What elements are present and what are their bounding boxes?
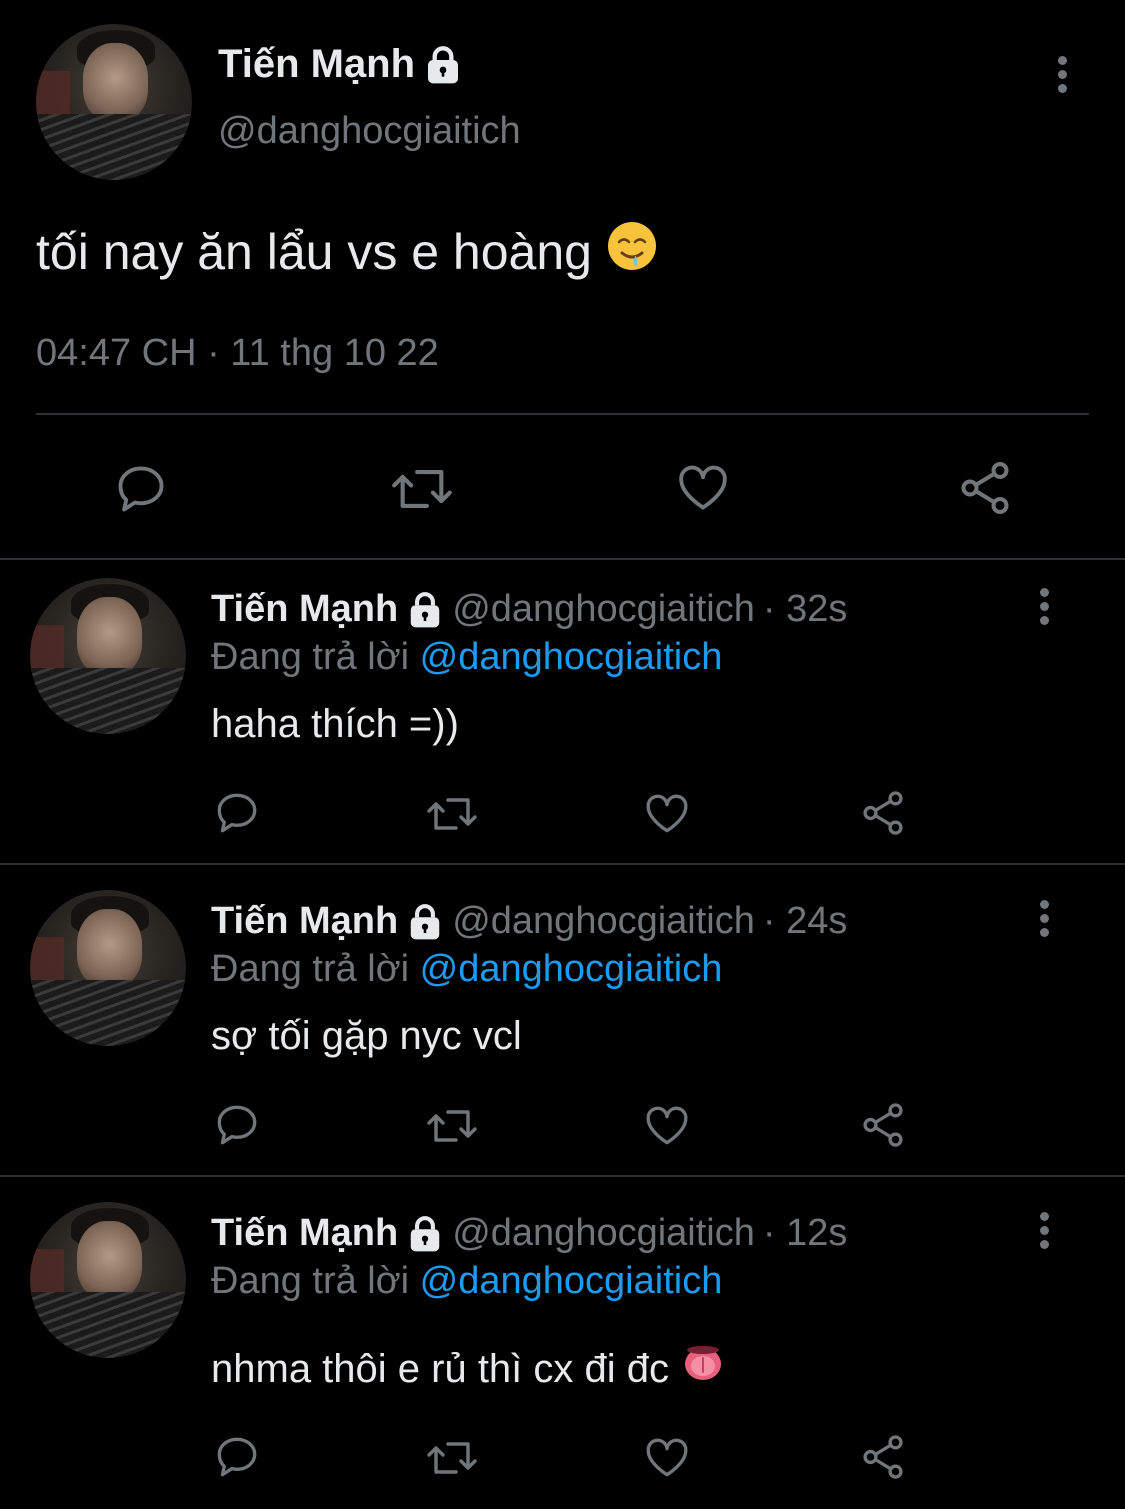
more-options-icon[interactable] bbox=[1034, 1212, 1054, 1252]
reply-text-content: nhma thôi e rủ thì cx đi đc bbox=[211, 1346, 670, 1391]
reply-time: · 12s bbox=[762, 1212, 848, 1254]
reply-text: nhma thôi e rủ thì cx đi đc bbox=[211, 1342, 725, 1396]
reply-author-avatar[interactable] bbox=[30, 890, 186, 1046]
lock-icon bbox=[406, 1215, 444, 1253]
reply-time: · 32s bbox=[762, 588, 848, 630]
drooling-face-emoji-icon bbox=[606, 220, 658, 284]
reply-text-content: sợ tối gặp nyc vcl bbox=[211, 1014, 522, 1058]
reply-icon[interactable] bbox=[212, 788, 262, 838]
like-icon[interactable] bbox=[674, 458, 732, 516]
reply-author-name[interactable]: Tiến Mạnh bbox=[211, 588, 398, 631]
reply-icon[interactable] bbox=[212, 1100, 262, 1150]
like-icon[interactable] bbox=[642, 1432, 692, 1482]
reply-header: Tiến Mạnh @danghocgiaitich · 12s bbox=[211, 1212, 847, 1255]
replying-to: Đang trả lời @danghocgiaitich bbox=[211, 636, 722, 679]
like-icon[interactable] bbox=[642, 1100, 692, 1150]
retweet-icon[interactable] bbox=[423, 1102, 481, 1150]
reply-tweet[interactable]: Tiến Mạnh @danghocgiaitich · 12s Đang tr… bbox=[0, 1184, 1125, 1509]
tongue-face-emoji-icon bbox=[681, 1342, 725, 1396]
tweet-timestamp[interactable]: 04:47 CH · 11 thg 10 22 bbox=[36, 332, 439, 375]
lock-icon bbox=[406, 903, 444, 941]
reply-author-handle[interactable]: @danghocgiaitich bbox=[452, 588, 755, 631]
reply-author-handle[interactable]: @danghocgiaitich bbox=[452, 900, 755, 943]
author-name[interactable]: Tiến Mạnh bbox=[218, 42, 463, 87]
replying-to: Đang trả lời @danghocgiaitich bbox=[211, 1260, 722, 1303]
author-handle[interactable]: @danghocgiaitich bbox=[218, 110, 521, 153]
reply-tweet[interactable]: Tiến Mạnh @danghocgiaitich · 24s Đang tr… bbox=[0, 872, 1125, 1174]
reply-header: Tiến Mạnh @danghocgiaitich · 32s bbox=[211, 588, 847, 631]
divider bbox=[0, 863, 1125, 865]
reply-tweet[interactable]: Tiến Mạnh @danghocgiaitich · 32s Đang tr… bbox=[0, 560, 1125, 862]
reply-time: · 24s bbox=[762, 900, 848, 942]
retweet-icon[interactable] bbox=[423, 1434, 481, 1482]
replying-to-prefix: Đang trả lời bbox=[211, 636, 410, 678]
reply-author-avatar[interactable] bbox=[30, 1202, 186, 1358]
tweet-text: tối nay ăn lẩu vs e hoàng bbox=[36, 220, 658, 284]
reply-icon[interactable] bbox=[212, 1432, 262, 1482]
reply-author-name[interactable]: Tiến Mạnh bbox=[211, 1212, 398, 1255]
share-icon[interactable] bbox=[858, 1432, 908, 1482]
author-name-text: Tiến Mạnh bbox=[218, 42, 416, 86]
more-options-icon[interactable] bbox=[1034, 900, 1054, 940]
reply-header: Tiến Mạnh @danghocgiaitich · 24s bbox=[211, 900, 847, 943]
replying-to-mention[interactable]: @danghocgiaitich bbox=[420, 948, 723, 990]
retweet-icon[interactable] bbox=[423, 790, 481, 838]
share-icon[interactable] bbox=[858, 788, 908, 838]
more-options-icon[interactable] bbox=[1034, 588, 1054, 628]
reply-author-handle[interactable]: @danghocgiaitich bbox=[452, 1212, 755, 1255]
reply-text: haha thích =)) bbox=[211, 702, 459, 747]
reply-author-avatar[interactable] bbox=[30, 578, 186, 734]
replying-to-mention[interactable]: @danghocgiaitich bbox=[420, 636, 723, 678]
lock-icon bbox=[406, 591, 444, 629]
reply-icon[interactable] bbox=[112, 460, 170, 518]
lock-icon bbox=[423, 45, 463, 85]
replying-to-prefix: Đang trả lời bbox=[211, 1260, 410, 1302]
like-icon[interactable] bbox=[642, 788, 692, 838]
divider bbox=[0, 1175, 1125, 1177]
more-options-icon[interactable] bbox=[1052, 56, 1072, 96]
retweet-icon[interactable] bbox=[388, 460, 456, 518]
share-icon[interactable] bbox=[955, 458, 1015, 518]
tweet-text-content: tối nay ăn lẩu vs e hoàng bbox=[36, 224, 592, 280]
replying-to-prefix: Đang trả lời bbox=[211, 948, 410, 990]
replying-to-mention[interactable]: @danghocgiaitich bbox=[420, 1260, 723, 1302]
replying-to: Đang trả lời @danghocgiaitich bbox=[211, 948, 722, 991]
reply-author-name[interactable]: Tiến Mạnh bbox=[211, 900, 398, 943]
reply-text: sợ tối gặp nyc vcl bbox=[211, 1014, 522, 1059]
reply-text-content: haha thích =)) bbox=[211, 702, 459, 746]
share-icon[interactable] bbox=[858, 1100, 908, 1150]
divider bbox=[36, 413, 1089, 415]
author-avatar[interactable] bbox=[36, 24, 192, 180]
